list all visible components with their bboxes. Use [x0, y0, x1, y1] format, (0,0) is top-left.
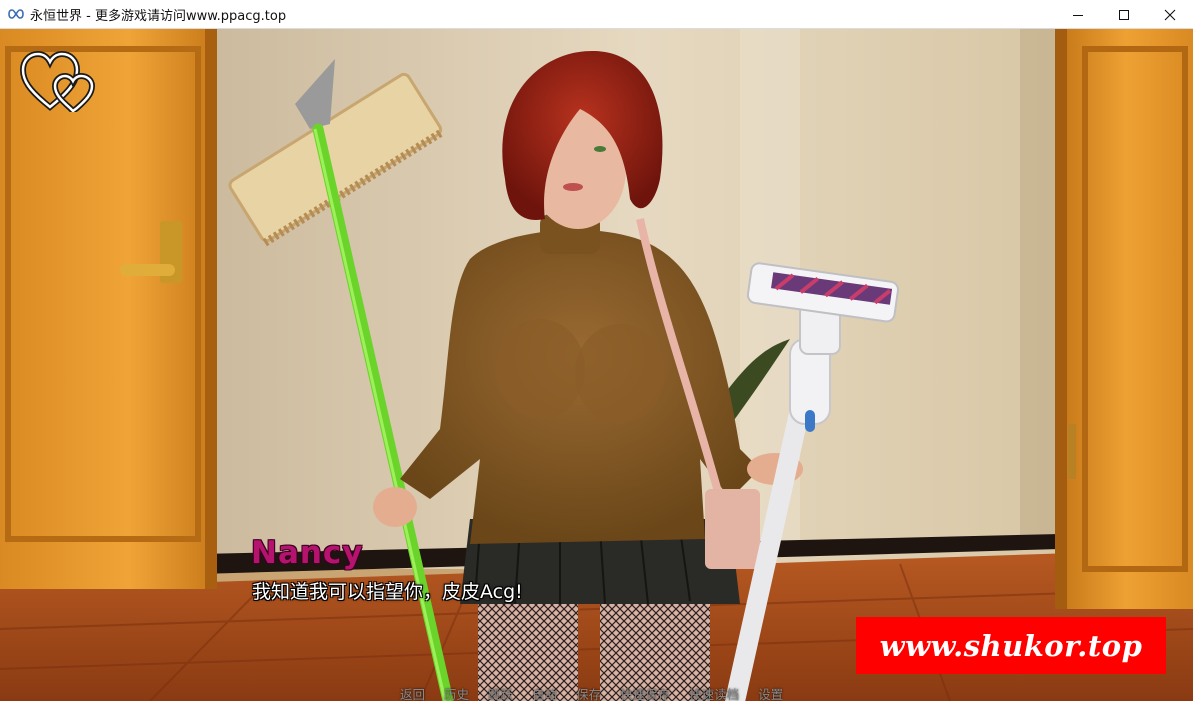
window-title-bar: 永恒世界 - 更多游戏请访问www.ppacg.top: [0, 0, 1193, 29]
minimize-icon: [1073, 14, 1083, 16]
close-icon: [1164, 9, 1176, 20]
quick-menu-quick-load[interactable]: 快速读档: [689, 684, 739, 701]
dialogue-text: 我知道我可以指望你，皮皮Acg!: [252, 581, 523, 603]
maximize-button[interactable]: [1101, 0, 1147, 29]
quick-menu-quick-save[interactable]: 快速保存: [620, 684, 670, 701]
infinity-icon: [8, 9, 24, 19]
watermark-banner: www.shukor.top: [856, 617, 1166, 674]
hearts-icon[interactable]: [20, 46, 96, 112]
scene-illustration: [0, 29, 1193, 701]
quick-menu-skip[interactable]: 跳跃: [488, 684, 513, 701]
watermark-text: www.shukor.top: [879, 628, 1143, 663]
minimize-button[interactable]: [1055, 0, 1101, 29]
quick-menu-auto[interactable]: 自动: [532, 684, 557, 701]
close-button[interactable]: [1147, 0, 1193, 29]
speaker-name: Nancy: [251, 535, 364, 571]
window-title: 永恒世界 - 更多游戏请访问www.ppacg.top: [30, 8, 287, 24]
quick-menu-history[interactable]: 历史: [444, 684, 469, 701]
quick-menu-preferences[interactable]: 设置: [758, 684, 783, 701]
game-viewport[interactable]: Nancy 我知道我可以指望你，皮皮Acg! 返回 历史 跳跃 自动 保存 快速…: [0, 29, 1193, 701]
quick-menu: 返回 历史 跳跃 自动 保存 快速保存 快速读档 设置: [400, 684, 802, 701]
maximize-icon: [1119, 9, 1129, 20]
quick-menu-save[interactable]: 保存: [576, 684, 601, 701]
quick-menu-back[interactable]: 返回: [400, 684, 425, 701]
